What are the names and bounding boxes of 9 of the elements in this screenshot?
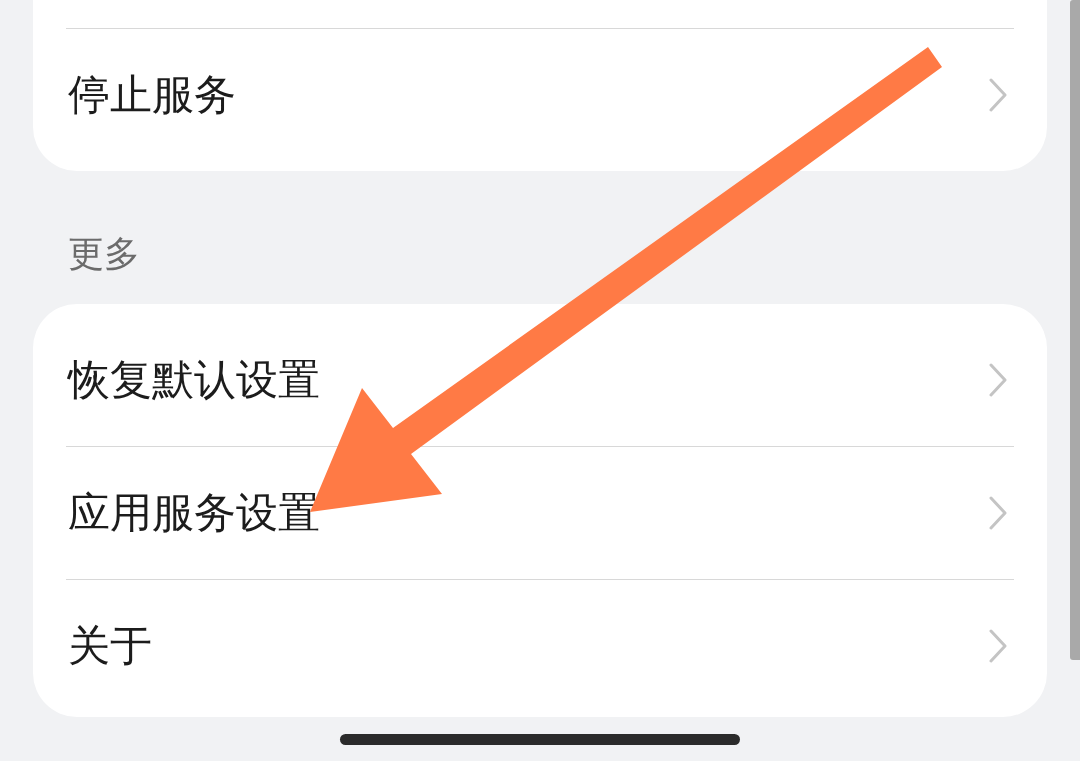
settings-item[interactable]: 恢复默认设置 (33, 314, 1047, 446)
section-header: 更多 (68, 234, 140, 274)
chevron-right-icon (989, 496, 1007, 530)
chevron-right-icon (989, 78, 1007, 112)
settings-item[interactable]: 关于 (33, 580, 1047, 712)
settings-item[interactable]: 停止服务 (33, 29, 1047, 161)
chevron-right-icon (989, 629, 1007, 663)
chevron-right-icon (989, 363, 1007, 397)
settings-item[interactable]: 应用服务设置 (33, 447, 1047, 579)
